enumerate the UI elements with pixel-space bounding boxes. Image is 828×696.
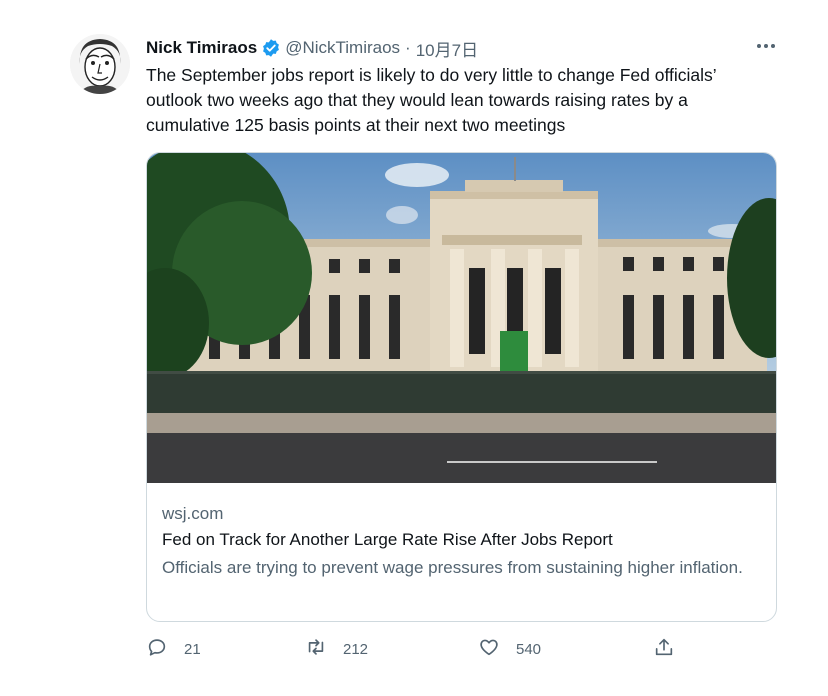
tweet-date[interactable]: 10月7日 bbox=[416, 36, 478, 61]
tweet-text: The September jobs report is likely to d… bbox=[146, 65, 716, 135]
like-button[interactable]: 540 bbox=[478, 636, 541, 662]
share-icon bbox=[653, 636, 675, 662]
card-image bbox=[147, 153, 776, 483]
author-handle[interactable]: @NickTimiraos bbox=[285, 38, 400, 58]
tweet: Nick Timiraos @NickTimiraos · 10月7日 The … bbox=[0, 0, 828, 696]
retweet-count: 212 bbox=[343, 640, 369, 658]
more-icon[interactable] bbox=[752, 34, 780, 58]
reply-icon bbox=[146, 636, 168, 662]
like-count: 540 bbox=[516, 640, 542, 658]
author-name[interactable]: Nick Timiraos bbox=[146, 38, 257, 58]
card-headline: Fed on Track for Another Large Rate Rise… bbox=[162, 530, 613, 549]
avatar[interactable] bbox=[70, 34, 130, 94]
card-body: wsj.com Fed on Track for Another Large R… bbox=[147, 484, 776, 621]
reply-count: 21 bbox=[184, 640, 201, 658]
share-button[interactable] bbox=[653, 636, 675, 662]
card-description: Officials are trying to prevent wage pre… bbox=[162, 558, 743, 577]
like-icon bbox=[478, 636, 500, 662]
retweet-icon bbox=[305, 636, 327, 662]
verified-badge-icon bbox=[261, 38, 281, 58]
card-domain: wsj.com bbox=[162, 504, 224, 523]
link-card[interactable]: wsj.com Fed on Track for Another Large R… bbox=[146, 152, 777, 622]
retweet-button[interactable]: 212 bbox=[305, 636, 368, 662]
tweet-header: Nick Timiraos @NickTimiraos · 10月7日 bbox=[146, 36, 478, 60]
separator-dot: · bbox=[405, 38, 411, 57]
reply-button[interactable]: 21 bbox=[146, 636, 201, 662]
action-bar: 21 212 540 bbox=[146, 636, 686, 662]
